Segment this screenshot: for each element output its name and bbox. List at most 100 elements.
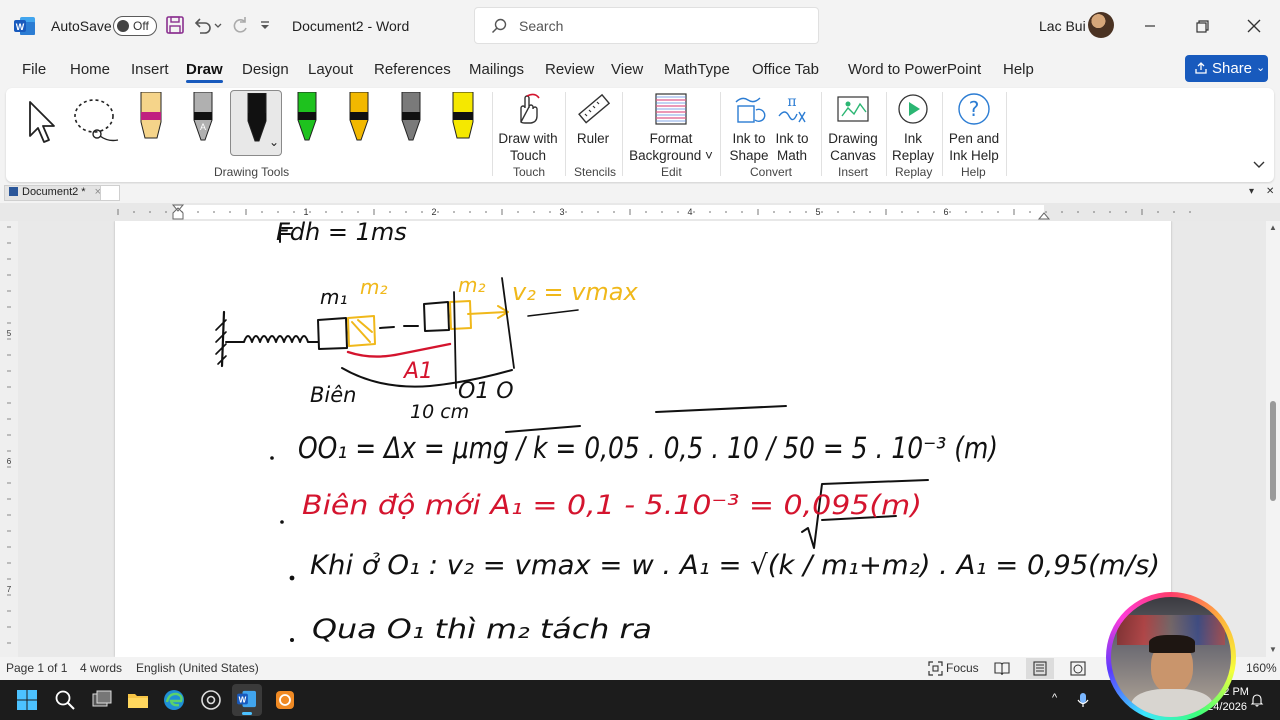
ink-to-shape-button[interactable]: Ink to Shape — [726, 92, 772, 164]
customize-qat-icon[interactable] — [258, 14, 272, 36]
pen-3[interactable]: ⌄ — [230, 90, 282, 156]
indent-marker-icon[interactable] — [171, 204, 185, 220]
tab-references[interactable]: References — [374, 61, 451, 78]
focus-icon[interactable] — [928, 661, 943, 676]
zoom-level[interactable]: 160% — [1246, 661, 1277, 675]
format-background-icon — [655, 93, 687, 125]
tab-home[interactable]: Home — [70, 61, 110, 78]
undo-icon[interactable] — [191, 14, 213, 36]
tab-draw[interactable]: Draw — [186, 61, 223, 83]
word-taskbar-button[interactable]: W — [232, 684, 262, 716]
ink-bullet — [280, 520, 284, 524]
pen-1[interactable] — [136, 90, 166, 156]
language-status[interactable]: English (United States) — [136, 661, 259, 675]
group-separator — [942, 92, 943, 176]
pen-and-ink-help-button[interactable]: ? Pen and Ink Help — [946, 92, 1002, 164]
focus-label[interactable]: Focus — [946, 661, 979, 675]
tab-design[interactable]: Design — [242, 61, 289, 78]
close-icon[interactable] — [1242, 14, 1266, 38]
pen-6[interactable] — [396, 90, 426, 156]
group-separator — [492, 92, 493, 176]
avatar[interactable] — [1088, 12, 1114, 38]
app-orange-icon[interactable] — [274, 689, 296, 711]
print-layout-view-button[interactable] — [1026, 658, 1054, 679]
document-page[interactable]: Fdh = 1ms m₁ m₂ m₂ v₂ = vmax A1 Biên O1 … — [115, 221, 1171, 657]
status-bar: Page 1 of 1 4 words English (United Stat… — [0, 657, 1280, 680]
tab-review[interactable]: Review — [545, 61, 594, 78]
tab-list-dropdown-icon[interactable]: ▾ — [1249, 186, 1254, 197]
microphone-icon[interactable] — [1076, 692, 1090, 708]
vertical-ruler[interactable]: 5 6 7 — [0, 221, 18, 657]
close-all-tabs-icon[interactable]: ✕ — [1266, 186, 1274, 197]
scroll-down-icon[interactable]: ▼ — [1269, 645, 1277, 654]
share-button[interactable]: Share ⌄ — [1185, 55, 1268, 82]
undo-dropdown-icon[interactable] — [212, 14, 224, 36]
pen-2[interactable]: A — [188, 90, 218, 156]
right-indent-marker-icon[interactable] — [1037, 212, 1051, 220]
format-background-button[interactable]: Format Background ˅ — [626, 92, 716, 164]
chrome-settings-icon[interactable] — [200, 689, 222, 711]
webcam-shirt — [1131, 689, 1213, 717]
ink-drawing[interactable]: Fdh = 1ms m₁ m₂ m₂ v₂ = vmax A1 Biên O1 … — [115, 221, 1171, 657]
vertical-scrollbar[interactable]: ▲ ▼ — [1266, 221, 1280, 657]
select-arrow-icon[interactable] — [26, 98, 60, 144]
tab-office-tab[interactable]: Office Tab — [752, 61, 819, 78]
web-layout-icon[interactable] — [1070, 661, 1086, 676]
tab-insert[interactable]: Insert — [131, 61, 169, 78]
touch-hand-icon — [520, 93, 540, 124]
ink-label-m2-left: m₂ — [360, 275, 388, 299]
tab-layout[interactable]: Layout — [308, 61, 353, 78]
windows-start-icon[interactable] — [16, 689, 38, 711]
notification-bell-icon[interactable] — [1250, 693, 1264, 707]
ink-label-v2-vmax: v₂ = vmax — [512, 278, 638, 306]
autosave-toggle[interactable]: Off — [113, 16, 157, 36]
draw-with-touch-button[interactable]: Draw with Touch — [498, 92, 558, 164]
document-tab-bar: Document2 * × ▾ ✕ — [0, 184, 1280, 202]
new-tab-button[interactable] — [100, 185, 120, 201]
tab-file[interactable]: File — [22, 61, 46, 78]
word-count[interactable]: 4 words — [80, 661, 122, 675]
svg-text:π: π — [787, 94, 796, 110]
restore-icon[interactable] — [1190, 14, 1214, 38]
task-view-icon[interactable] — [91, 689, 113, 711]
read-mode-icon[interactable] — [994, 661, 1010, 676]
pen-5[interactable] — [344, 90, 374, 156]
horizontal-ruler[interactable]: 1 2 3 4 5 6 — [0, 203, 1280, 221]
pen-7[interactable] — [448, 90, 478, 156]
ink-block-m2-right — [449, 300, 472, 330]
page-count[interactable]: Page 1 of 1 — [6, 661, 67, 675]
group-separator — [565, 92, 566, 176]
pen-options-dropdown-icon[interactable]: ⌄ — [269, 135, 279, 149]
tab-mailings[interactable]: Mailings — [469, 61, 524, 78]
search-box[interactable]: Search — [474, 7, 819, 44]
document-canvas[interactable]: Fdh = 1ms m₁ m₂ m₂ v₂ = vmax A1 Biên O1 … — [18, 221, 1266, 657]
document-title: Document2 - Word — [292, 18, 410, 34]
user-name: Lac Bui — [1039, 18, 1086, 34]
tab-word-to-powerpoint[interactable]: Word to PowerPoint — [848, 61, 981, 78]
tab-view[interactable]: View — [611, 61, 643, 78]
minimize-icon[interactable] — [1138, 14, 1162, 38]
scrollbar-thumb[interactable] — [1270, 401, 1276, 501]
file-explorer-icon[interactable] — [127, 689, 149, 711]
document-tab[interactable]: Document2 * × — [4, 185, 107, 201]
ink-replay-button[interactable]: Ink Replay — [890, 92, 936, 164]
taskbar-search-icon[interactable] — [54, 689, 76, 711]
tab-help[interactable]: Help — [1003, 61, 1034, 78]
drawing-canvas-button[interactable]: Drawing Canvas — [825, 92, 881, 164]
group-label-stencils: Stencils — [574, 165, 617, 179]
save-icon[interactable] — [164, 14, 186, 36]
ruler-button[interactable]: Ruler — [572, 92, 614, 147]
show-hidden-icons-icon[interactable]: ^ — [1052, 692, 1057, 704]
lasso-select-icon[interactable] — [72, 96, 124, 146]
active-app-indicator — [242, 712, 252, 715]
word-logo-icon: W — [14, 17, 35, 35]
redo-icon[interactable] — [229, 14, 251, 36]
ink-to-math-button[interactable]: π Ink to Math — [772, 92, 812, 164]
pen-4[interactable] — [292, 90, 322, 156]
tab-mathtype[interactable]: MathType — [664, 61, 730, 78]
share-dropdown-icon[interactable]: ⌄ — [1256, 61, 1265, 74]
scroll-up-icon[interactable]: ▲ — [1269, 223, 1277, 232]
edge-browser-icon[interactable] — [163, 689, 185, 711]
collapse-ribbon-icon[interactable] — [1252, 160, 1266, 170]
group-label-edit: Edit — [661, 165, 682, 179]
